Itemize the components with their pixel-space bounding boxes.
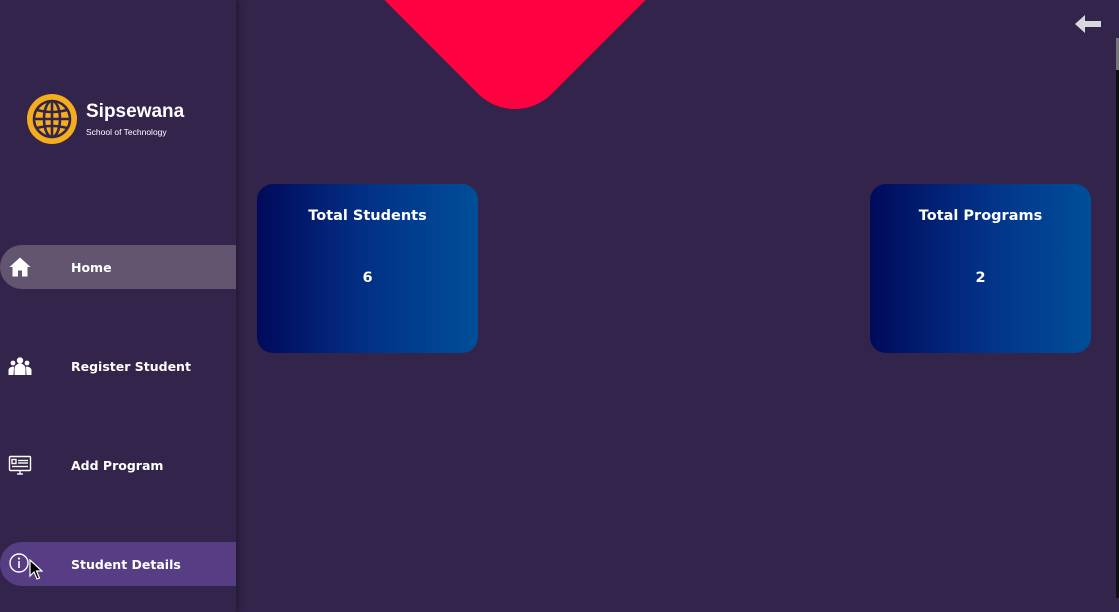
sidebar-item-label: Home xyxy=(71,259,112,275)
back-arrow-icon[interactable] xyxy=(1073,12,1103,36)
mouse-cursor-icon xyxy=(29,559,43,580)
sidebar-item-register-student[interactable]: Register Student xyxy=(0,344,236,388)
stat-card-total-programs: Total Programs 2 xyxy=(870,184,1091,353)
sidebar: Sipsewana School of Technology Home Regi… xyxy=(0,0,236,612)
globe-icon xyxy=(27,94,77,144)
monitor-list-icon xyxy=(8,455,32,475)
sidebar-item-label: Register Student xyxy=(71,358,191,374)
card-title: Total Students xyxy=(308,208,427,224)
sidebar-item-label: Student Details xyxy=(71,556,181,572)
card-title: Total Programs xyxy=(918,208,1043,224)
decorative-shape xyxy=(277,0,753,131)
card-value: 2 xyxy=(975,270,986,286)
users-group-icon xyxy=(8,357,32,375)
sidebar-item-home[interactable]: Home xyxy=(0,245,236,289)
brand-name: Sipsewana xyxy=(86,101,185,122)
stat-card-total-students: Total Students 6 xyxy=(257,184,478,353)
home-icon xyxy=(9,257,31,277)
main-content: Total Students 6 Total Programs 2 xyxy=(236,0,1119,612)
brand: Sipsewana School of Technology xyxy=(26,93,184,145)
brand-subtitle: School of Technology xyxy=(86,127,167,137)
sidebar-item-add-program[interactable]: Add Program xyxy=(0,443,236,487)
sidebar-item-label: Add Program xyxy=(71,457,164,473)
card-value: 6 xyxy=(362,270,373,286)
